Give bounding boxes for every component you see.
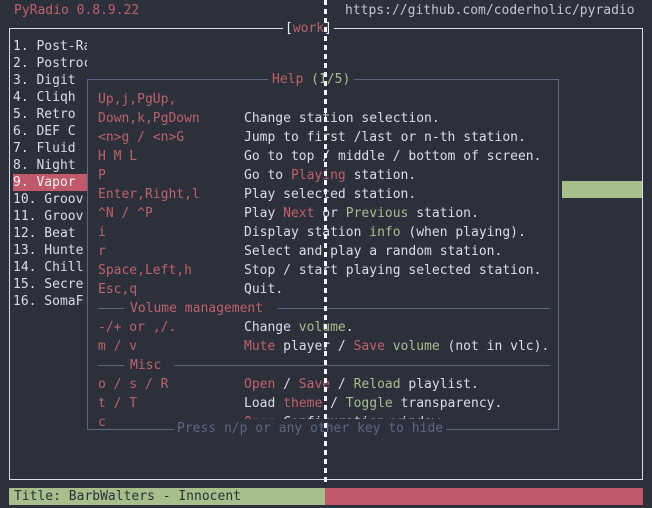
status-bar-right <box>325 488 643 505</box>
station-row[interactable]: 9. Vapor <box>13 174 87 191</box>
station-row[interactable]: 7. Fluid <box>13 140 87 157</box>
station-row[interactable]: 16. SomaF <box>13 293 87 310</box>
playlist-name: work <box>292 21 325 36</box>
station-row[interactable]: 11. Groov <box>13 208 87 225</box>
help-row-keys: <n>g / <n>G <box>98 130 185 145</box>
section-dash-left <box>98 365 124 366</box>
section-dash-right <box>174 365 550 366</box>
station-row[interactable]: 10. Groov <box>13 191 87 208</box>
station-row[interactable]: 5. Retro <box>13 106 87 123</box>
status-bar: Title: BarbWalters - Innocent <box>9 488 643 505</box>
section-label: Volume management <box>130 301 264 316</box>
help-row-description: Go to Playing station. <box>244 168 417 183</box>
help-row-description: Play selected station. <box>244 187 417 202</box>
repo-url: https://github.com/coderholic/pyradio <box>345 3 635 18</box>
section-label: Misc <box>130 358 162 373</box>
station-row[interactable]: 4. Cliqh <box>13 89 87 106</box>
station-row[interactable]: 13. Hunte <box>13 242 87 259</box>
help-title-label: Help <box>272 72 312 87</box>
help-row-keys: Esc,q <box>98 282 138 297</box>
help-row-keys: Up,j,PgUp, <box>98 92 177 107</box>
vertical-dotted-divider <box>324 0 327 484</box>
help-row-keys: m / v <box>98 339 138 354</box>
help-row-keys: Enter,Right,l <box>98 187 200 202</box>
help-row-keys: Space,Left,h <box>98 263 192 278</box>
help-row-keys: i <box>98 225 106 240</box>
help-page-indicator: (1/5) <box>311 72 351 87</box>
section-dash-right <box>278 308 550 309</box>
help-row-keys: t / T <box>98 396 138 411</box>
help-window-title: Help (1/5) <box>268 71 355 88</box>
station-list[interactable]: 1. Post-Radio2. Postrocks.me3. Digit4. C… <box>13 38 87 310</box>
help-row-keys: r <box>98 244 106 259</box>
app-title: PyRadio 0.8.9.22 <box>14 3 140 18</box>
help-row-keys: o / s / R <box>98 377 169 392</box>
help-row-keys: ^N / ^P <box>98 206 153 221</box>
hint-dash <box>110 429 166 430</box>
station-row[interactable]: 12. Beat <box>13 225 87 242</box>
help-row-description: Go to top / middle / bottom of screen. <box>244 149 542 164</box>
station-row[interactable]: 14. Chill <box>13 259 87 276</box>
station-row[interactable]: 2. Postrocks.me <box>13 55 87 72</box>
now-playing-title: Title: BarbWalters - Innocent <box>9 488 325 505</box>
station-row[interactable]: 1. Post-Radio <box>13 38 87 55</box>
help-row-description: Jump to first /last or n-th station. <box>244 130 526 145</box>
help-row-description: Mute player / Save volume (not in vlc). <box>244 339 550 354</box>
selected-row-right-stub <box>562 181 642 198</box>
help-row-description: Open / Save / Reload playlist. <box>244 377 479 392</box>
help-row-description: Change volume. <box>244 320 354 335</box>
help-hint: Press n/p or any other key to hide <box>110 419 550 439</box>
help-row-keys: H M L <box>98 149 138 164</box>
station-row[interactable]: 3. Digit <box>13 72 87 89</box>
help-row-description: Play Next or Previous station. <box>244 206 479 221</box>
help-row-keys: -/+ or ,/. <box>98 320 177 335</box>
help-hint-text: Press n/p or any other key to hide <box>174 419 447 438</box>
station-row[interactable]: 8. Night <box>13 157 87 174</box>
terminal-screen: PyRadio 0.8.9.22 https://github.com/code… <box>0 0 652 508</box>
help-row-description: Display station info (when playing). <box>244 225 526 240</box>
help-row-description: Select and play a random station. <box>244 244 503 259</box>
section-dash-left <box>98 308 124 309</box>
help-row-description: Load theme / Toggle transparency. <box>244 396 503 411</box>
help-row-keys: P <box>98 168 106 183</box>
help-row-description: Stop / start playing selected station. <box>244 263 542 278</box>
help-row-keys: Down,k,PgDown <box>98 111 200 126</box>
bracket-open: [ <box>285 21 293 36</box>
station-row[interactable]: 6. DEF C <box>13 123 87 140</box>
help-window: Help (1/5) Up,j,PgUp, Down,k,PgDown Change… <box>87 71 559 438</box>
station-row[interactable]: 15. Secre <box>13 276 87 293</box>
help-row-description: Change station selection. <box>244 111 440 126</box>
help-row-description: Quit. <box>244 282 284 297</box>
